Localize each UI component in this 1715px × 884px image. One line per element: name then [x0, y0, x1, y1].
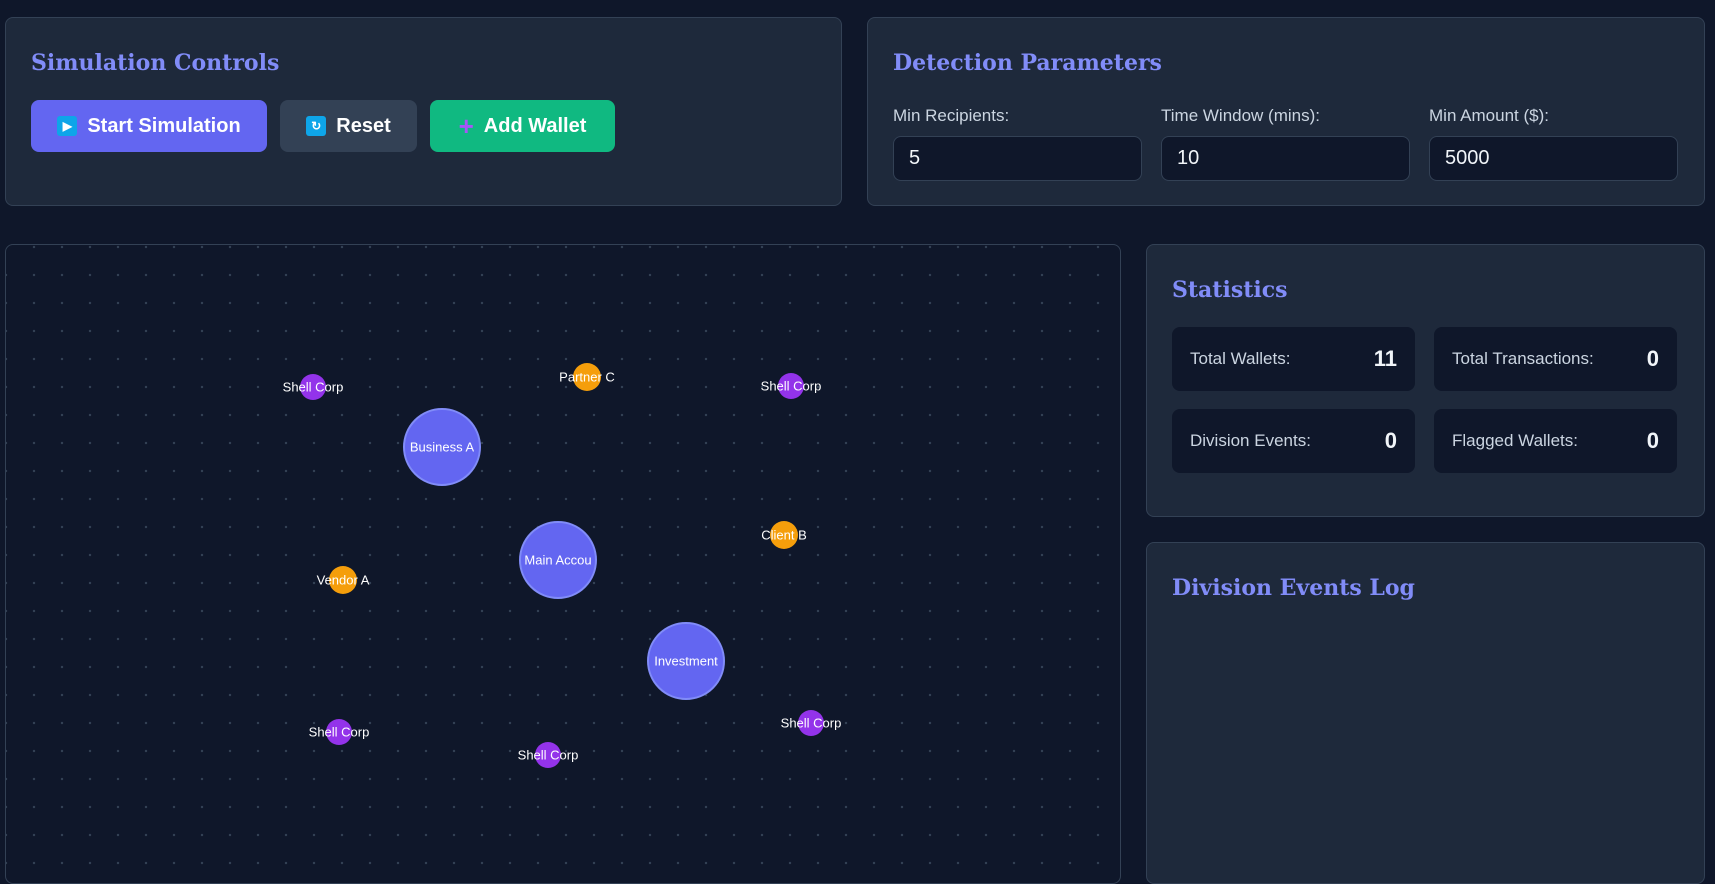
stat-division-events: Division Events: 0 [1172, 409, 1415, 473]
stat-value: 0 [1646, 428, 1659, 453]
statistics-title: Statistics [1172, 277, 1288, 303]
wallet-node-vendor-a[interactable]: Vendor A [317, 566, 369, 594]
stat-total-transactions: Total Transactions: 0 [1434, 327, 1677, 391]
play-icon: ▶ [57, 116, 78, 136]
wallet-node-shell-corp[interactable]: Shell Corp [309, 719, 369, 745]
stat-value: 0 [1384, 428, 1397, 453]
division-events-log-title: Division Events Log [1172, 575, 1415, 601]
stat-label: Total Wallets: [1190, 349, 1291, 368]
stat-label: Division Events: [1190, 431, 1311, 450]
division-events-log-panel[interactable]: Division Events Log [1146, 542, 1705, 884]
stat-value: 0 [1646, 346, 1659, 371]
detection-parameters-title: Detection Parameters [893, 50, 1162, 76]
time-window-label: Time Window (mins): [1161, 106, 1320, 125]
start-simulation-button[interactable]: ▶ Start Simulation [31, 100, 267, 152]
wallet-node-investment[interactable]: Investment [647, 622, 725, 700]
min-recipients-group: Min Recipients: [893, 106, 1142, 181]
min-recipients-input[interactable] [893, 136, 1142, 181]
add-wallet-button[interactable]: + Add Wallet [430, 100, 615, 152]
wallet-node-business-a[interactable]: Business A [403, 408, 481, 486]
stat-value: 11 [1373, 346, 1397, 371]
wallet-node-label: Shell Corp [282, 379, 344, 395]
wallet-node-label: Vendor A [316, 572, 370, 588]
reset-button[interactable]: ↻ Reset [280, 100, 417, 152]
wallet-node-label: Shell Corp [760, 378, 822, 394]
simulation-controls-panel: Simulation Controls ▶ Start Simulation ↻… [5, 17, 842, 206]
wallet-network-canvas[interactable]: Shell Corp Partner C Shell Corp Business… [5, 244, 1121, 884]
wallet-node-label: Shell Corp [517, 747, 579, 763]
wallet-node-main-account[interactable]: Main Accou [519, 521, 597, 599]
simulation-controls-title: Simulation Controls [31, 50, 280, 76]
wallet-node-partner-c[interactable]: Partner C [559, 363, 615, 391]
start-simulation-label: Start Simulation [87, 114, 241, 137]
min-recipients-label: Min Recipients: [893, 106, 1010, 125]
wallet-node-shell-corp[interactable]: Shell Corp [283, 374, 343, 400]
wallet-node-label: Shell Corp [780, 715, 842, 731]
wallet-node-label: Partner C [559, 369, 615, 385]
wallet-node-shell-corp[interactable]: Shell Corp [518, 742, 578, 768]
stat-total-wallets: Total Wallets: 11 [1172, 327, 1415, 391]
wallet-node-shell-corp[interactable]: Shell Corp [761, 373, 821, 399]
wallet-node-label: Main Accou [524, 552, 592, 568]
time-window-input[interactable] [1161, 136, 1410, 181]
reset-label: Reset [336, 114, 391, 137]
min-amount-group: Min Amount ($): [1429, 106, 1678, 181]
statistics-panel: Statistics Total Wallets: 11 Total Trans… [1146, 244, 1705, 517]
wallet-node-label: Business A [409, 439, 475, 455]
stat-label: Flagged Wallets: [1452, 431, 1578, 450]
wallet-node-client-b[interactable]: Client B [761, 521, 807, 549]
wallet-node-shell-corp[interactable]: Shell Corp [781, 710, 841, 736]
wallet-node-label: Investment [654, 653, 718, 669]
stat-label: Total Transactions: [1452, 349, 1594, 368]
stat-flagged-wallets: Flagged Wallets: 0 [1434, 409, 1677, 473]
min-amount-input[interactable] [1429, 136, 1678, 181]
add-wallet-label: Add Wallet [483, 114, 587, 137]
wallet-node-label: Shell Corp [308, 724, 370, 740]
time-window-group: Time Window (mins): [1161, 106, 1410, 181]
detection-parameters-panel: Detection Parameters Min Recipients: Tim… [867, 17, 1705, 206]
refresh-icon: ↻ [306, 116, 327, 136]
plus-icon: + [458, 111, 474, 141]
wallet-node-label: Client B [761, 527, 807, 543]
min-amount-label: Min Amount ($): [1429, 106, 1549, 125]
